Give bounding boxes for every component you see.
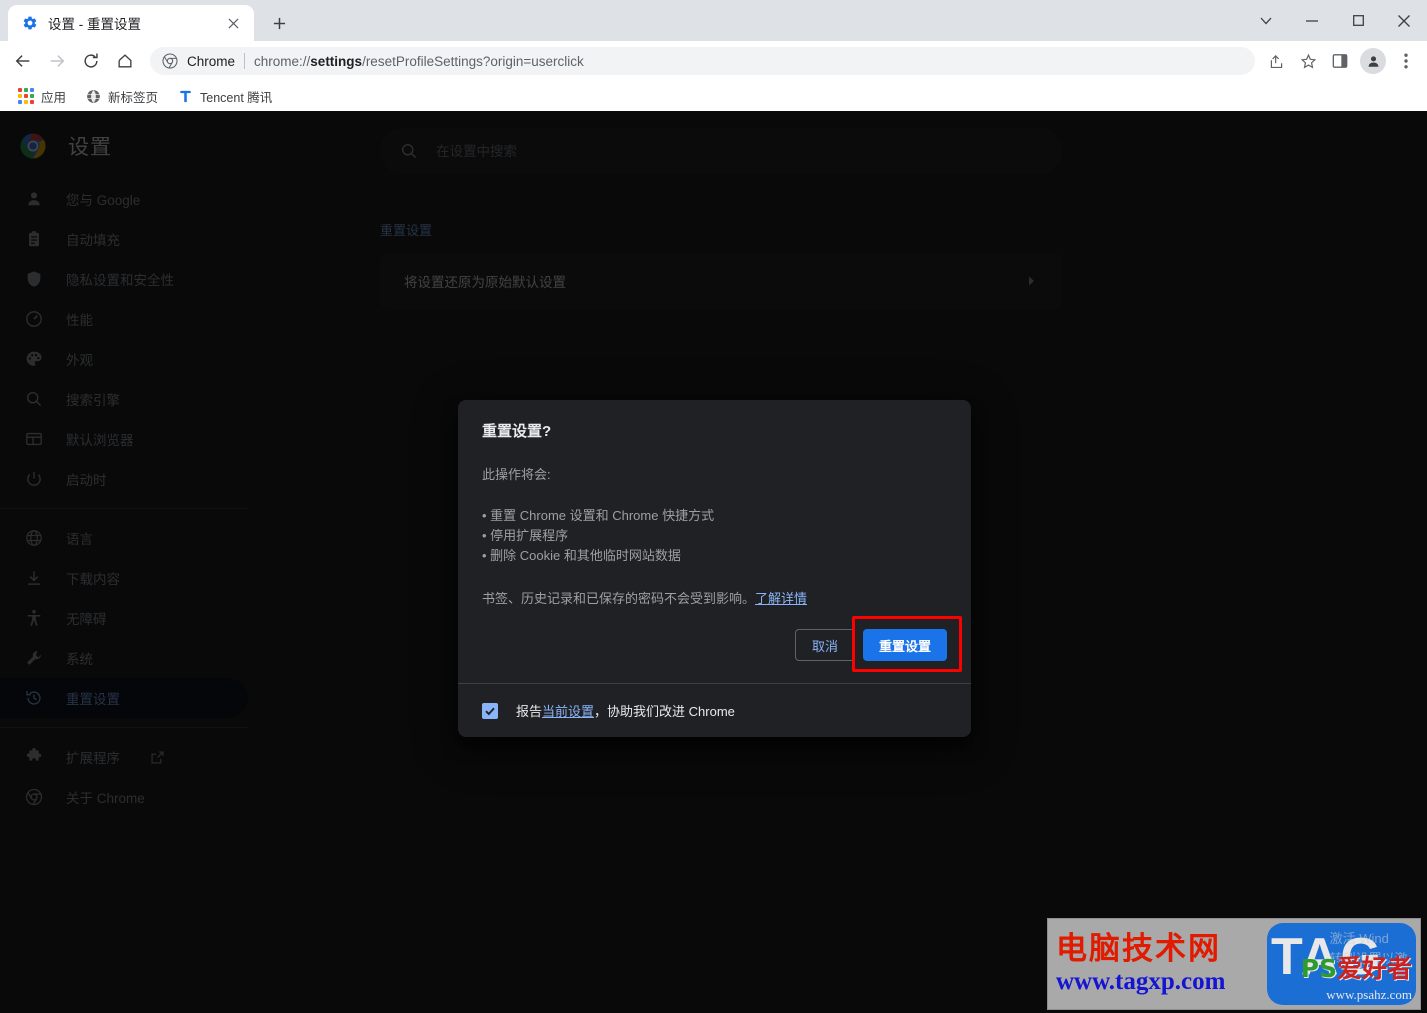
minimize-icon[interactable] [1289, 0, 1335, 41]
dialog-body: 重置设置? 此操作将会: • 重置 Chrome 设置和 Chrome 快捷方式… [458, 400, 971, 607]
settings-page: 设置 您与 Google [0, 111, 1427, 1013]
home-icon[interactable] [108, 44, 142, 78]
tab-search-icon[interactable] [1243, 0, 1289, 41]
tencent-icon [178, 89, 193, 104]
browser-window: 设置 - 重置设置 [0, 0, 1427, 1013]
back-icon[interactable] [6, 44, 40, 78]
report-settings-checkbox[interactable] [482, 703, 498, 719]
watermark-left: 电脑技术网 www.tagxp.com [1048, 919, 1263, 1009]
report-settings-label: 报告当前设置，协助我们改进 Chrome [516, 701, 735, 720]
dialog-note: 书签、历史记录和已保存的密码不会受到影响。了解详情 [482, 588, 947, 607]
bookmark-new-tab[interactable]: 新标签页 [78, 84, 166, 109]
list-item: • 停用扩展程序 [482, 526, 947, 546]
bookmark-label: 新标签页 [108, 87, 158, 106]
watermark: 电脑技术网 www.tagxp.com TAG 激活 Wind转到设置以激 PS… [1047, 918, 1421, 1010]
list-item: • 删除 Cookie 和其他临时网站数据 [482, 546, 947, 566]
bookmarks-bar: 应用 新标签页 Tencent 腾讯 [0, 81, 1427, 111]
close-icon[interactable] [222, 12, 244, 34]
watermark-tag-box: TAG 激活 Wind转到设置以激 PS爱好者 www.psahz.com [1267, 923, 1416, 1005]
toolbar-actions [1261, 46, 1421, 76]
dialog-footer: 报告当前设置，协助我们改进 Chrome [458, 683, 971, 737]
learn-more-link[interactable]: 了解详情 [755, 591, 807, 606]
checkbox-prefix: 报告 [516, 704, 542, 719]
omnibox-divider [244, 53, 245, 69]
watermark-url: www.tagxp.com [1056, 968, 1263, 996]
tab-strip: 设置 - 重置设置 [0, 0, 1427, 41]
three-dot-menu-icon[interactable] [1391, 46, 1421, 76]
omnibox-chip: Chrome [187, 54, 235, 69]
browser-toolbar: Chrome chrome://settings/resetProfileSet… [0, 41, 1427, 81]
bookmark-label: Tencent 腾讯 [200, 87, 272, 106]
watermark-right: TAG 激活 Wind转到设置以激 PS爱好者 www.psahz.com [1263, 919, 1420, 1009]
omnibox-url: chrome://settings/resetProfileSettings?o… [254, 54, 584, 69]
dialog-title: 重置设置? [482, 420, 947, 441]
maximize-icon[interactable] [1335, 0, 1381, 41]
confirm-button-wrapper: 重置设置 [863, 629, 947, 661]
globe-icon [86, 89, 101, 104]
bookmark-star-icon[interactable] [1293, 46, 1323, 76]
reset-settings-dialog: 重置设置? 此操作将会: • 重置 Chrome 设置和 Chrome 快捷方式… [458, 400, 971, 737]
address-bar[interactable]: Chrome chrome://settings/resetProfileSet… [150, 47, 1255, 75]
tab-title: 设置 - 重置设置 [48, 13, 212, 33]
bookmark-apps[interactable]: 应用 [10, 84, 74, 109]
dialog-actions: 取消 重置设置 [458, 607, 971, 683]
dialog-note-text: 书签、历史记录和已保存的密码不会受到影响。 [482, 591, 755, 606]
list-item: • 重置 Chrome 设置和 Chrome 快捷方式 [482, 506, 947, 526]
watermark-ps-label: PS爱好者 [1301, 949, 1412, 985]
cancel-button[interactable]: 取消 [795, 629, 855, 661]
checkbox-suffix: ，协助我们改进 Chrome [594, 704, 735, 719]
reset-settings-button[interactable]: 重置设置 [863, 629, 947, 661]
dialog-lead-text: 此操作将会: [482, 464, 947, 483]
bookmark-label: 应用 [41, 87, 66, 106]
forward-icon[interactable] [40, 44, 74, 78]
profile-avatar[interactable] [1360, 48, 1386, 74]
reload-icon[interactable] [74, 44, 108, 78]
watermark-ps-url: www.psahz.com [1326, 987, 1412, 1003]
new-tab-button[interactable] [264, 8, 294, 38]
chrome-icon [162, 53, 178, 69]
bookmark-tencent[interactable]: Tencent 腾讯 [170, 84, 280, 109]
apps-grid-icon [18, 88, 34, 104]
close-window-icon[interactable] [1381, 0, 1427, 41]
gear-icon [22, 15, 38, 31]
browser-tab[interactable]: 设置 - 重置设置 [8, 5, 254, 41]
share-icon[interactable] [1261, 46, 1291, 76]
dialog-bullet-list: • 重置 Chrome 设置和 Chrome 快捷方式 • 停用扩展程序 • 删… [482, 506, 947, 566]
window-controls [1243, 0, 1427, 41]
side-panel-icon[interactable] [1325, 46, 1355, 76]
current-settings-link[interactable]: 当前设置 [542, 704, 594, 719]
watermark-title: 电脑技术网 [1056, 933, 1263, 966]
